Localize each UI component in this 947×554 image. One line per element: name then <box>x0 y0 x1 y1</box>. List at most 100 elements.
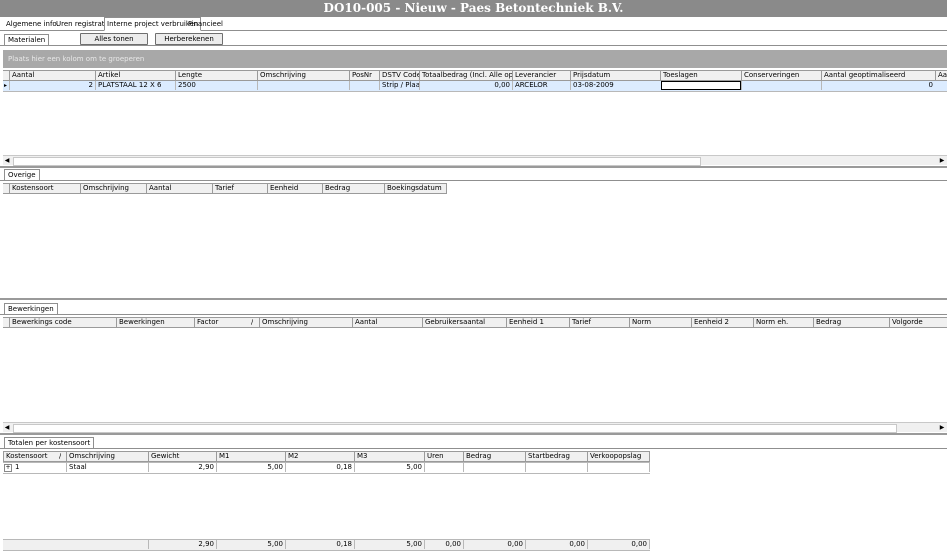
splitter[interactable] <box>0 433 947 435</box>
cell-m1[interactable]: 5,00 <box>216 463 285 472</box>
cell-verkoopopslag[interactable] <box>587 463 650 472</box>
tab-algemene-info[interactable]: Algemene info. <box>4 18 61 30</box>
column-header[interactable]: Eenheid 2 <box>691 318 753 327</box>
column-header[interactable]: Lengte <box>175 71 257 80</box>
column-header[interactable]: Omschrijving <box>66 452 148 461</box>
column-header[interactable]: Prijsdatum <box>570 71 660 80</box>
summary-m3: 5,00 <box>354 540 424 549</box>
column-header[interactable]: Aa <box>935 71 947 80</box>
cell-prijsdatum[interactable]: 03-08-2009 <box>570 81 660 90</box>
materialen-scrollbar[interactable]: ◀ ▶ <box>3 155 947 166</box>
divider <box>0 448 947 449</box>
column-header[interactable]: Bedrag <box>322 184 384 193</box>
column-header[interactable]: Artikel <box>95 71 175 80</box>
summary-m1: 5,00 <box>216 540 285 549</box>
column-header[interactable]: Aantal <box>146 184 212 193</box>
summary-row: 2,90 5,00 0,18 5,00 0,00 0,00 0,00 0,00 <box>3 539 650 551</box>
cell-leverancier[interactable]: ARCELOR <box>512 81 570 90</box>
cell-toeslagen[interactable] <box>661 81 741 90</box>
column-header[interactable]: Norm <box>629 318 691 327</box>
expand-icon[interactable]: + <box>4 464 12 472</box>
top-tab-strip: Algemene info. Uren registratie Interne … <box>0 17 947 31</box>
divider <box>0 45 947 46</box>
column-header[interactable]: M2 <box>285 452 354 461</box>
column-header[interactable]: Toeslagen <box>660 71 741 80</box>
totalen-header: Kostensoort / Omschrijving Gewicht M1 M2… <box>3 451 650 462</box>
column-header[interactable]: Uren <box>424 452 463 461</box>
column-header[interactable]: Eenheid 1 <box>506 318 569 327</box>
cell-omschrijving[interactable]: Staal <box>66 463 148 472</box>
cell-lengte[interactable]: 2500 <box>175 81 257 90</box>
column-header[interactable]: Aantal geoptimaliseerd <box>821 71 935 80</box>
cell-dstv[interactable]: Strip / Plaat <box>379 81 419 90</box>
divider <box>0 180 947 181</box>
cell-kostensoort[interactable]: 1 <box>13 463 66 472</box>
column-header[interactable]: Factor <box>194 318 259 327</box>
column-header[interactable]: Kostensoort <box>9 184 80 193</box>
column-header[interactable]: Aantal <box>9 71 95 80</box>
summary-m2: 0,18 <box>285 540 354 549</box>
column-header[interactable]: Omschrijving <box>259 318 352 327</box>
column-header[interactable]: PosNr <box>349 71 379 80</box>
column-header[interactable]: Startbedrag <box>525 452 587 461</box>
column-header[interactable]: Omschrijving <box>257 71 349 80</box>
column-header[interactable]: DSTV Code <box>379 71 419 80</box>
column-header[interactable]: Bewerkings code <box>9 318 116 327</box>
splitter[interactable] <box>0 166 947 168</box>
cell-artikel[interactable]: PLATSTAAL 12 X 6 <box>95 81 175 90</box>
arrow-left-icon[interactable]: ◀ <box>3 156 11 165</box>
column-header[interactable]: Bewerkingen <box>116 318 194 327</box>
scroll-thumb[interactable] <box>13 424 897 433</box>
arrow-right-icon[interactable]: ▶ <box>938 156 946 165</box>
column-header[interactable]: Aantal <box>352 318 422 327</box>
sort-indicator: / <box>59 452 62 460</box>
cell-aantal-geoptimaliseerd[interactable]: 0 <box>821 81 935 90</box>
table-row[interactable]: + 1 Staal 2,90 5,00 0,18 5,00 <box>3 462 650 474</box>
column-header[interactable]: Tarief <box>212 184 267 193</box>
column-header[interactable]: Tarief <box>569 318 629 327</box>
cell-posnr[interactable] <box>349 81 379 90</box>
summary-uren: 0,00 <box>424 540 463 549</box>
divider <box>0 314 947 315</box>
column-header[interactable]: Boekingsdatum <box>384 184 447 193</box>
column-header[interactable]: Bedrag <box>463 452 525 461</box>
column-header[interactable]: Totaalbedrag (Incl. Alle opslag <box>419 71 512 80</box>
cell-m2[interactable]: 0,18 <box>285 463 354 472</box>
column-header[interactable]: Kostensoort <box>3 452 66 461</box>
column-header[interactable]: Norm eh. <box>753 318 813 327</box>
cell-m3[interactable]: 5,00 <box>354 463 424 472</box>
cell-aantal[interactable]: 2 <box>9 81 95 90</box>
window-title: DO10-005 - Nieuw - Paes Betontechniek B.… <box>0 0 947 17</box>
group-by-area[interactable]: Plaats hier een kolom om te groeperen <box>3 50 947 68</box>
column-header[interactable]: Gebruikersaantal <box>422 318 506 327</box>
column-header[interactable]: Verkoopopslag <box>587 452 650 461</box>
row-pointer-icon: ▸ <box>4 82 8 89</box>
arrow-right-icon[interactable]: ▶ <box>938 423 946 432</box>
column-header[interactable]: Conserveringen <box>741 71 821 80</box>
column-header[interactable]: M3 <box>354 452 424 461</box>
column-header[interactable]: Volgorde <box>889 318 947 327</box>
bewerkingen-scrollbar[interactable]: ◀ ▶ <box>3 422 947 433</box>
scroll-thumb[interactable] <box>13 157 701 166</box>
show-all-button[interactable]: Alles tonen <box>80 33 148 45</box>
cell-uren[interactable] <box>424 463 463 472</box>
cell-conserveringen[interactable] <box>741 81 821 90</box>
materialen-header: Aantal Artikel Lengte Omschrijving PosNr… <box>3 70 947 81</box>
cell-totaal[interactable]: 0,00 <box>419 81 512 90</box>
cell-startbedrag[interactable] <box>525 463 587 472</box>
cell-gewicht[interactable]: 2,90 <box>148 463 216 472</box>
tab-financieel[interactable]: Financieel <box>186 18 225 30</box>
splitter[interactable] <box>0 298 947 300</box>
bewerkingen-header: Bewerkings code Bewerkingen Factor / Oms… <box>3 317 947 328</box>
column-header[interactable]: Omschrijving <box>80 184 146 193</box>
cell-bedrag[interactable] <box>463 463 525 472</box>
column-header[interactable]: Leverancier <box>512 71 570 80</box>
table-row[interactable]: ▸ 2 PLATSTAAL 12 X 6 2500 Strip / Plaat … <box>3 81 947 92</box>
recalculate-button[interactable]: Herberekenen <box>155 33 223 45</box>
column-header[interactable]: M1 <box>216 452 285 461</box>
arrow-left-icon[interactable]: ◀ <box>3 423 11 432</box>
column-header[interactable]: Gewicht <box>148 452 216 461</box>
cell-omschrijving[interactable] <box>257 81 349 90</box>
column-header[interactable]: Eenheid <box>267 184 322 193</box>
column-header[interactable]: Bedrag <box>813 318 889 327</box>
